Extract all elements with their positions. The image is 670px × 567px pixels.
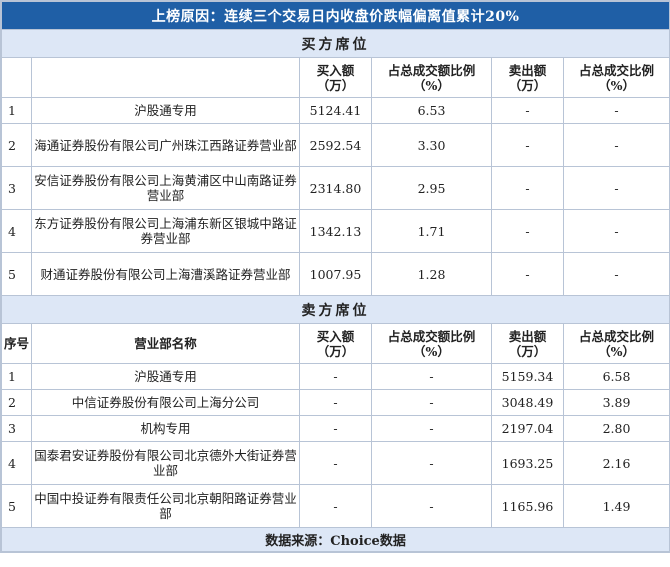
sell-header-buy-ratio: 占总成交额比例（%） (371, 323, 492, 364)
buy-amount: 2592.54 (299, 123, 372, 167)
row-index: 5 (1, 484, 32, 528)
sell-header-sell-ratio: 占总成交比例（%） (562, 323, 670, 364)
sell-ratio: - (562, 123, 670, 167)
table-row: 2 中信证券股份有限公司上海分公司 - - 3048.49 3.89 (1, 389, 670, 416)
row-index: 4 (1, 441, 32, 485)
branch-name: 财通证券股份有限公司上海漕溪路证券营业部 (31, 252, 300, 296)
buy-amount: - (299, 415, 372, 442)
sell-amount: - (491, 123, 564, 167)
branch-name: 沪股通专用 (31, 97, 300, 124)
branch-name: 沪股通专用 (31, 363, 300, 390)
sell-header-buy-amount: 买入额（万） (299, 323, 372, 364)
sell-ratio: 6.58 (562, 363, 670, 390)
table-row: 4 东方证券股份有限公司上海浦东新区银城中路证券营业部 1342.13 1.71… (1, 209, 670, 253)
row-index: 3 (1, 415, 32, 442)
buy-header-buy-ratio: 占总成交额比例（%） (371, 57, 492, 98)
sell-ratio: - (562, 166, 670, 210)
row-index: 4 (1, 209, 32, 253)
buy-section-title: 买方席位 (0, 29, 670, 58)
table-title: 上榜原因：连续三个交易日内收盘价跌幅偏离值累计20% (0, 1, 670, 30)
buy-ratio: 1.71 (371, 209, 492, 253)
buy-ratio: 3.30 (371, 123, 492, 167)
sell-ratio: 3.89 (562, 389, 670, 416)
buy-header-sell-amount: 卖出额（万） (491, 57, 564, 98)
sell-header-name: 营业部名称 (31, 323, 300, 364)
buy-amount: 5124.41 (299, 97, 372, 124)
buy-ratio: 6.53 (371, 97, 492, 124)
row-index: 2 (1, 123, 32, 167)
sell-ratio: 2.16 (562, 441, 670, 485)
row-index: 3 (1, 166, 32, 210)
billboard-table-container: 上榜原因：连续三个交易日内收盘价跌幅偏离值累计20% 买方席位 买入额（万） 占… (0, 0, 670, 553)
table-row: 3 机构专用 - - 2197.04 2.80 (1, 415, 670, 442)
branch-name: 中信证券股份有限公司上海分公司 (31, 389, 300, 416)
buy-amount: - (299, 441, 372, 485)
buy-ratio: 1.28 (371, 252, 492, 296)
table-row: 1 沪股通专用 5124.41 6.53 - - (1, 97, 670, 124)
sell-amount: - (491, 97, 564, 124)
buy-ratio: - (371, 415, 492, 442)
buy-amount: 1007.95 (299, 252, 372, 296)
branch-name: 东方证券股份有限公司上海浦东新区银城中路证券营业部 (31, 209, 300, 253)
branch-name: 中国中投证券有限责任公司北京朝阳路证券营业部 (31, 484, 300, 528)
sell-amount: - (491, 209, 564, 253)
buy-ratio: - (371, 389, 492, 416)
buy-header-sell-ratio: 占总成交比例（%） (562, 57, 670, 98)
table-row: 2 海通证券股份有限公司广州珠江西路证券营业部 2592.54 3.30 - - (1, 123, 670, 167)
buy-ratio: - (371, 484, 492, 528)
row-index: 2 (1, 389, 32, 416)
row-index: 1 (1, 363, 32, 390)
table-row: 5 财通证券股份有限公司上海漕溪路证券营业部 1007.95 1.28 - - (1, 252, 670, 296)
branch-name: 机构专用 (31, 415, 300, 442)
buy-ratio: 2.95 (371, 166, 492, 210)
sell-amount: 1165.96 (491, 484, 564, 528)
table-row: 3 安信证券股份有限公司上海黄浦区中山南路证券营业部 2314.80 2.95 … (1, 166, 670, 210)
sell-amount: 2197.04 (491, 415, 564, 442)
buy-header-name (31, 57, 300, 98)
row-index: 1 (1, 97, 32, 124)
sell-ratio: - (562, 97, 670, 124)
sell-amount: - (491, 166, 564, 210)
sell-amount: 5159.34 (491, 363, 564, 390)
buy-header-idx (1, 57, 32, 98)
buy-amount: - (299, 484, 372, 528)
table-row: 4 国泰君安证券股份有限公司北京德外大街证券营业部 - - 1693.25 2.… (1, 441, 670, 485)
buy-amount: 1342.13 (299, 209, 372, 253)
sell-ratio: 2.80 (562, 415, 670, 442)
buy-amount: - (299, 363, 372, 390)
branch-name: 国泰君安证券股份有限公司北京德外大街证券营业部 (31, 441, 300, 485)
sell-amount: 1693.25 (491, 441, 564, 485)
sell-ratio: 1.49 (562, 484, 670, 528)
sell-amount: 3048.49 (491, 389, 564, 416)
billboard-table: 上榜原因：连续三个交易日内收盘价跌幅偏离值累计20% 买方席位 买入额（万） 占… (0, 1, 670, 552)
buy-ratio: - (371, 363, 492, 390)
table-row: 1 沪股通专用 - - 5159.34 6.58 (1, 363, 670, 390)
sell-ratio: - (562, 209, 670, 253)
table-row: 5 中国中投证券有限责任公司北京朝阳路证券营业部 - - 1165.96 1.4… (1, 484, 670, 528)
buy-header-buy-amount: 买入额（万） (299, 57, 372, 98)
sell-ratio: - (562, 252, 670, 296)
branch-name: 安信证券股份有限公司上海黄浦区中山南路证券营业部 (31, 166, 300, 210)
buy-amount: - (299, 389, 372, 416)
branch-name: 海通证券股份有限公司广州珠江西路证券营业部 (31, 123, 300, 167)
sell-header-sell-amount: 卖出额（万） (491, 323, 564, 364)
sell-header-idx: 序号 (1, 323, 32, 364)
buy-amount: 2314.80 (299, 166, 372, 210)
data-source-footer: 数据来源：Choice数据 (0, 527, 670, 552)
sell-section-title: 卖方席位 (0, 295, 670, 324)
sell-amount: - (491, 252, 564, 296)
row-index: 5 (1, 252, 32, 296)
buy-ratio: - (371, 441, 492, 485)
